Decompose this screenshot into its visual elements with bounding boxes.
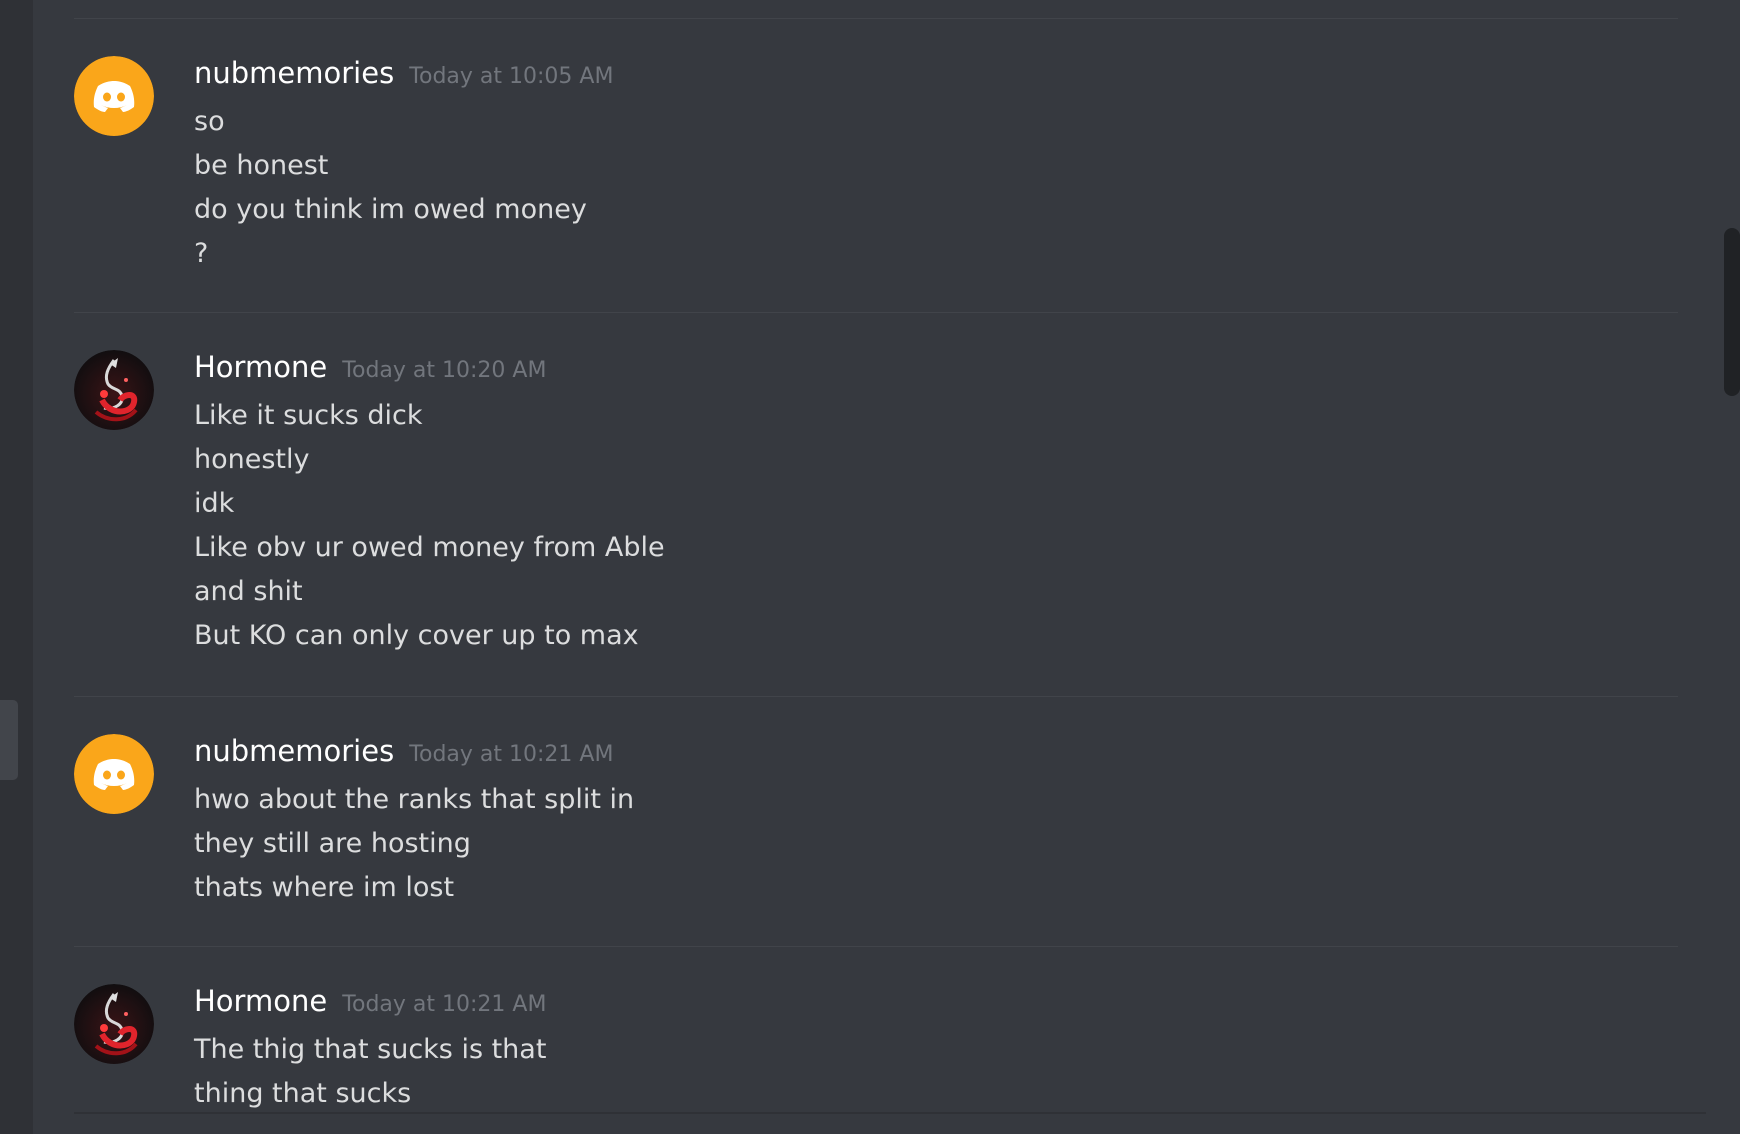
avatar[interactable] — [74, 56, 154, 136]
message-text: But KO can only cover up to max — [194, 620, 639, 651]
message-text: thing that sucks — [194, 1078, 412, 1109]
timestamp: Today at 10:20 AM — [342, 358, 547, 383]
message-text: and shit — [194, 576, 303, 607]
message-text: they still are hosting — [194, 828, 471, 859]
message-text: hwo about the ranks that split in — [194, 784, 635, 815]
timestamp: Today at 10:21 AM — [342, 992, 547, 1017]
message-text: do you think im owed money — [194, 194, 587, 225]
message-divider — [74, 18, 1678, 19]
discord-default-avatar-icon — [74, 56, 154, 136]
message-text: be honest — [194, 150, 329, 181]
message-divider — [74, 696, 1678, 697]
message-text: The thig that sucks is that — [194, 1034, 547, 1065]
timestamp: Today at 10:05 AM — [409, 64, 614, 89]
username[interactable]: Hormone — [194, 984, 327, 1018]
message-text: Like obv ur owed money from Able — [194, 532, 665, 563]
avatar[interactable] — [74, 984, 154, 1064]
message-lines: The thig that sucks is that thing that s… — [194, 1028, 546, 1116]
message-header: nubmemories Today at 10:21 AM — [194, 734, 613, 768]
username[interactable]: nubmemories — [194, 734, 394, 768]
scrollbar-thumb[interactable] — [1724, 228, 1740, 396]
avatar[interactable] — [74, 734, 154, 814]
message-text: so — [194, 106, 225, 137]
username[interactable]: Hormone — [194, 350, 327, 384]
timestamp: Today at 10:21 AM — [409, 742, 614, 767]
discord-default-avatar-icon — [74, 734, 154, 814]
message-header: Hormone Today at 10:21 AM — [194, 984, 546, 1018]
scrollbar[interactable] — [1720, 0, 1740, 1134]
avatar[interactable] — [74, 350, 154, 430]
message-text: honestly — [194, 444, 310, 475]
message-divider — [74, 312, 1678, 313]
message-text: ? — [194, 238, 209, 269]
message-lines: Like it sucks dick honestly idk Like obv… — [194, 394, 665, 658]
sidebar-resize-handle[interactable] — [0, 700, 18, 780]
message-header: Hormone Today at 10:20 AM — [194, 350, 546, 384]
message-lines: hwo about the ranks that split in they s… — [194, 778, 634, 910]
message-header: nubmemories Today at 10:05 AM — [194, 56, 613, 90]
username[interactable]: nubmemories — [194, 56, 394, 90]
message-divider — [74, 946, 1678, 947]
message-text: Like it sucks dick — [194, 400, 423, 431]
message-list: nubmemories Today at 10:05 AM so be hone… — [74, 0, 1678, 1134]
red-dragon-avatar — [74, 350, 154, 430]
message-text: idk — [194, 488, 235, 519]
chat-window: nubmemories Today at 10:05 AM so be hone… — [0, 0, 1740, 1134]
red-dragon-avatar — [74, 984, 154, 1064]
message-text: thats where im lost — [194, 872, 455, 903]
message-lines: so be honest do you think im owed money … — [194, 100, 587, 276]
message-list-bottom-border — [74, 1112, 1706, 1114]
channel-sidebar-edge — [0, 0, 33, 1134]
